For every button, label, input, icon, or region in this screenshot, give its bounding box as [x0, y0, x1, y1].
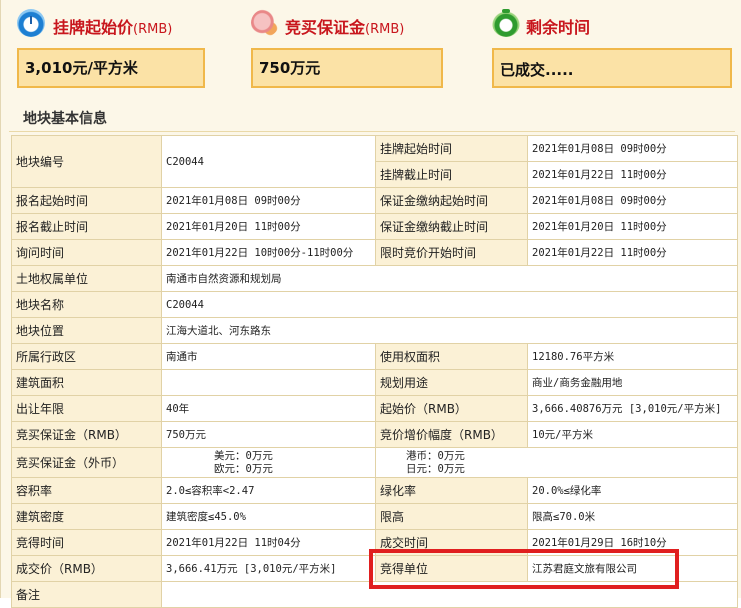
table-row: 地块位置 江海大道北、河东路东	[11, 317, 738, 344]
density-label: 建筑密度	[11, 503, 162, 530]
green-value: 20.0%≤绿化率	[527, 477, 738, 504]
plot-no-value: C20044	[161, 135, 376, 188]
start-price-value: 3,010元/平方米	[17, 48, 205, 88]
table-row: 竞买保证金（外币） 美元：0万元 欧元：0万元 港币：0万元 日元：0万元	[11, 447, 738, 478]
district-value: 南通市	[161, 343, 376, 370]
remaining-block: 剩余时间 已成交.....	[492, 6, 732, 88]
building-area-label: 建筑面积	[11, 369, 162, 396]
inquiry-value: 2021年01月22日 10时00分-11时00分	[161, 239, 376, 266]
list-start-value: 2021年01月08日 09时00分	[527, 135, 738, 162]
term-value: 40年	[161, 395, 376, 422]
purpose-value: 商业/商务金融用地	[527, 369, 738, 396]
hkd-value: 港币：0万元	[406, 449, 465, 462]
deal-time-value: 2021年01月29日 16时10分	[527, 529, 738, 556]
table-row: 建筑密度 建筑密度≤45.0% 限高 限高≤70.0米	[11, 503, 738, 530]
table-row: 备注	[11, 581, 738, 608]
eur-value: 欧元：0万元	[214, 462, 273, 475]
summary-strip: 挂牌起始价(RMB) 3,010元/平方米 竞买保证金(RMB) 750万元 剩…	[1, 0, 741, 96]
table-row: 出让年限 40年 起始价（RMB） 3,666.40876万元 [3,010元/…	[11, 395, 738, 422]
purpose-label: 规划用途	[375, 369, 528, 396]
height-label: 限高	[375, 503, 528, 530]
term-label: 出让年限	[11, 395, 162, 422]
table-row: 地块名称 C20044	[11, 291, 738, 318]
deposit-block: 竞买保证金(RMB) 750万元	[251, 6, 445, 88]
deal-time-label: 成交时间	[375, 529, 528, 556]
dep-end-value: 2021年01月20日 11时00分	[527, 213, 738, 240]
table-row: 询问时间 2021年01月22日 10时00分-11时00分 限时竞价开始时间 …	[11, 239, 738, 266]
section-divider	[9, 131, 735, 132]
use-area-label: 使用权面积	[375, 343, 528, 370]
table-row: 报名起始时间 2021年01月08日 09时00分 保证金缴纳起始时间 2021…	[11, 187, 738, 214]
jpy-value: 日元：0万元	[406, 462, 465, 475]
start-price-label: 起始价（RMB）	[375, 395, 528, 422]
far-label: 容积率	[11, 477, 162, 504]
reg-end-value: 2021年01月20日 11时00分	[161, 213, 376, 240]
start-price-block: 挂牌起始价(RMB) 3,010元/平方米	[17, 6, 207, 88]
height-value: 限高≤70.0米	[527, 503, 738, 530]
owner-value: 南通市自然资源和规划局	[161, 265, 738, 292]
list-end-value: 2021年01月22日 11时00分	[527, 161, 738, 188]
list-start-label: 挂牌起始时间	[375, 135, 528, 162]
table-row: 所属行政区 南通市 使用权面积 12180.76平方米	[11, 343, 738, 370]
table-row: 竞买保证金（RMB） 750万元 竞价增价幅度（RMB） 10元/平方米	[11, 421, 738, 448]
page-frame: 挂牌起始价(RMB) 3,010元/平方米 竞买保证金(RMB) 750万元 剩…	[0, 0, 741, 608]
density-value: 建筑密度≤45.0%	[161, 503, 376, 530]
table-row: 建筑面积 规划用途 商业/商务金融用地	[11, 369, 738, 396]
dep-start-label: 保证金缴纳起始时间	[375, 187, 528, 214]
table-row: 成交价（RMB） 3,666.41万元 [3,010元/平方米] 竞得单位 江苏…	[11, 555, 738, 582]
start-price-title: 挂牌起始价(RMB)	[53, 18, 173, 37]
list-end-label: 挂牌截止时间	[375, 161, 528, 188]
table-row: 报名截止时间 2021年01月20日 11时00分 保证金缴纳截止时间 2021…	[11, 213, 738, 240]
deposit-value: 750万元	[251, 48, 443, 88]
plot-no-label: 地块编号	[11, 135, 162, 188]
remarks-value	[161, 581, 738, 608]
timed-bid-value: 2021年01月22日 11时00分	[527, 239, 738, 266]
deposit-fx-label: 竞买保证金（外币）	[11, 447, 162, 478]
table-row: 土地权属单位 南通市自然资源和规划局	[11, 265, 738, 292]
location-label: 地块位置	[11, 317, 162, 344]
reg-start-label: 报名起始时间	[11, 187, 162, 214]
plot-name-label: 地块名称	[11, 291, 162, 318]
timed-bid-label: 限时竞价开始时间	[375, 239, 528, 266]
table-row: 竞得时间 2021年01月22日 11时04分 成交时间 2021年01月29日…	[11, 529, 738, 556]
building-area-value	[161, 369, 376, 396]
deal-price-label: 成交价（RMB）	[11, 555, 162, 582]
section-title: 地块基本信息	[23, 111, 107, 127]
deposit-rmb-value: 750万元	[161, 421, 376, 448]
district-label: 所属行政区	[11, 343, 162, 370]
remaining-value: 已成交.....	[492, 48, 732, 88]
reg-end-label: 报名截止时间	[11, 213, 162, 240]
clock-icon	[17, 9, 45, 37]
green-label: 绿化率	[375, 477, 528, 504]
far-value: 2.0≤容积率<2.47	[161, 477, 376, 504]
deal-price-value: 3,666.41万元 [3,010元/平方米]	[161, 555, 376, 582]
deposit-fx-value-right: 港币：0万元 日元：0万元	[375, 447, 738, 478]
usd-value: 美元：0万元	[214, 449, 273, 462]
piggy-bank-icon	[251, 9, 279, 37]
remaining-title: 剩余时间	[526, 18, 591, 37]
plot-info-table: 地块编号 C20044 挂牌起始时间 2021年01月08日 09时00分 挂牌…	[11, 135, 738, 608]
win-time-value: 2021年01月22日 11时04分	[161, 529, 376, 556]
dep-end-label: 保证金缴纳截止时间	[375, 213, 528, 240]
dep-start-value: 2021年01月08日 09时00分	[527, 187, 738, 214]
winner-label: 竞得单位	[375, 555, 528, 582]
winner-value: 江苏君庭文旅有限公司	[527, 555, 738, 582]
table-row: 容积率 2.0≤容积率<2.47 绿化率 20.0%≤绿化率	[11, 477, 738, 504]
increment-value: 10元/平方米	[527, 421, 738, 448]
location-value: 江海大道北、河东路东	[161, 317, 738, 344]
deposit-fx-value-left: 美元：0万元 欧元：0万元	[161, 447, 376, 478]
deposit-title: 竞买保证金(RMB)	[285, 18, 405, 37]
deposit-rmb-label: 竞买保证金（RMB）	[11, 421, 162, 448]
table-row: 地块编号 C20044 挂牌起始时间 2021年01月08日 09时00分	[11, 135, 738, 188]
start-price-table-value: 3,666.40876万元 [3,010元/平方米]	[527, 395, 738, 422]
owner-label: 土地权属单位	[11, 265, 162, 292]
reg-start-value: 2021年01月08日 09时00分	[161, 187, 376, 214]
alarm-clock-icon	[492, 9, 520, 37]
inquiry-label: 询问时间	[11, 239, 162, 266]
plot-name-value: C20044	[161, 291, 738, 318]
remarks-label: 备注	[11, 581, 162, 608]
increment-label: 竞价增价幅度（RMB）	[375, 421, 528, 448]
use-area-value: 12180.76平方米	[527, 343, 738, 370]
win-time-label: 竞得时间	[11, 529, 162, 556]
